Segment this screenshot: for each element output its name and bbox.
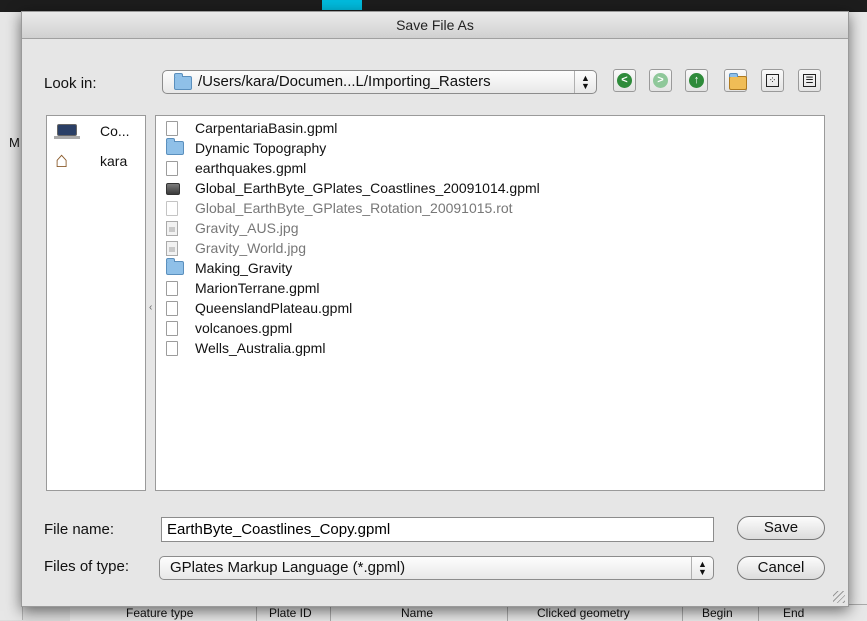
save-button[interactable]: Save [737, 516, 825, 540]
look-in-combo[interactable]: /Users/kara/Documen...L/Importing_Raster… [162, 70, 597, 94]
up-folder-button[interactable]: ↑ [685, 69, 708, 92]
file-name-label: File name: [44, 521, 115, 538]
document-icon [166, 301, 178, 319]
splitter-handle[interactable]: ‹ [149, 302, 152, 313]
list-view-icon: ⁘ [766, 74, 779, 87]
forward-icon: > [653, 73, 668, 88]
home-icon: ⌂ [55, 147, 69, 172]
sidebar-item-label: kara [100, 153, 128, 169]
document-icon [166, 321, 178, 339]
dark-document-icon [166, 181, 180, 198]
document-icon [166, 161, 178, 179]
updown-arrows-icon: ▲ ▼ [691, 557, 713, 579]
background-globe-graphic [322, 0, 362, 10]
sidebar-item-label: Co... [100, 123, 130, 139]
background-label: M [9, 135, 20, 150]
resize-grip[interactable] [833, 591, 845, 603]
new-folder-icon [729, 73, 747, 95]
file-name-field[interactable]: EarthByte_Coastlines_Copy.gpml [161, 517, 714, 542]
folder-icon [174, 73, 192, 95]
file-name-value: EarthByte_Coastlines_Copy.gpml [167, 521, 391, 538]
cancel-button[interactable]: Cancel [737, 556, 825, 580]
column-header-feature-type[interactable]: Feature type [126, 606, 193, 620]
column-header-plate-id[interactable]: Plate ID [269, 606, 312, 620]
forward-button[interactable]: > [649, 69, 672, 92]
new-folder-button[interactable] [724, 69, 747, 92]
files-of-type-label: Files of type: [44, 558, 130, 575]
column-header-name[interactable]: Name [401, 606, 433, 620]
list-view-button[interactable]: ⁘ [761, 69, 784, 92]
document-icon [166, 121, 178, 139]
dialog-title: Save File As [22, 12, 848, 39]
laptop-icon [57, 124, 77, 136]
look-in-label: Look in: [44, 75, 97, 92]
document-icon [166, 201, 178, 219]
folder-icon [166, 258, 184, 278]
details-view-icon: ☰ [803, 74, 816, 87]
up-folder-icon: ↑ [689, 73, 704, 88]
details-view-button[interactable]: ☰ [798, 69, 821, 92]
document-icon [166, 341, 178, 359]
column-header-begin[interactable]: Begin [702, 606, 733, 620]
updown-arrows-icon: ▲ ▼ [574, 71, 596, 93]
column-header-clicked-geometry[interactable]: Clicked geometry [537, 606, 630, 620]
back-icon: < [617, 73, 632, 88]
background-left-panel [0, 12, 23, 620]
places-sidebar: Co... ⌂ kara [46, 115, 146, 491]
file-list[interactable]: CarpentariaBasin.gpml Dynamic Topography… [155, 115, 825, 491]
files-of-type-select[interactable]: GPlates Markup Language (*.gpml) ▲ ▼ [159, 556, 714, 580]
document-icon [166, 281, 178, 299]
image-file-icon [166, 221, 178, 239]
background-right-panel [848, 12, 867, 620]
save-file-dialog: Save File As Look in: /Users/kara/Docume… [21, 11, 849, 607]
back-button[interactable]: < [613, 69, 636, 92]
look-in-path: /Users/kara/Documen...L/Importing_Raster… [198, 73, 491, 90]
column-header-end[interactable]: End [783, 606, 804, 620]
image-file-icon [166, 241, 178, 259]
folder-icon [166, 138, 184, 158]
files-of-type-value: GPlates Markup Language (*.gpml) [170, 559, 406, 576]
